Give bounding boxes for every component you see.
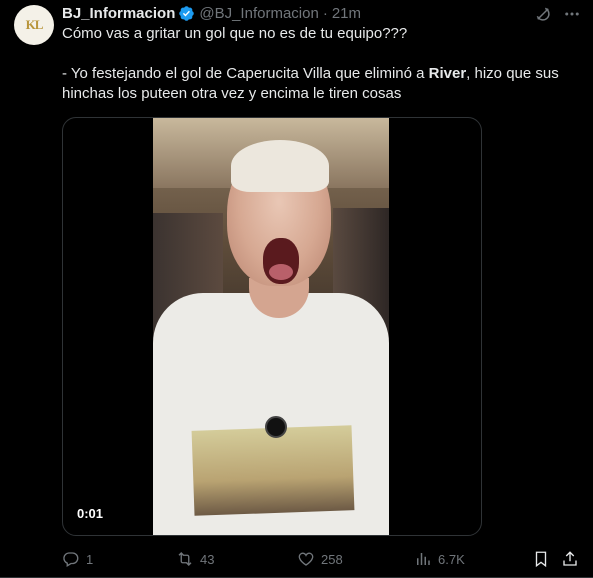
author-handle[interactable]: @BJ_Informacion (199, 5, 318, 22)
video-hair (231, 140, 329, 192)
more-icon[interactable] (563, 5, 581, 23)
video-tongue (269, 264, 293, 280)
video-microphone (265, 416, 287, 438)
author-name[interactable]: BJ_Informacion (62, 5, 175, 22)
tweet-line-1: Cómo vas a gritar un gol que no es de tu… (62, 25, 408, 42)
reply-button[interactable]: 1 (62, 549, 93, 569)
views-button[interactable]: 6.7K (414, 549, 465, 569)
like-button[interactable]: 258 (297, 549, 343, 569)
share-icon (563, 551, 577, 566)
like-count: 258 (321, 551, 343, 567)
share-button[interactable] (561, 549, 585, 569)
reply-icon (63, 552, 79, 567)
views-icon (417, 553, 430, 565)
action-bar: 1 43 258 6.7K (62, 549, 582, 569)
tweet-bold-word: River (428, 65, 467, 82)
reply-count: 1 (86, 551, 94, 567)
tweet-line-2-pre: - Yo festejando el gol de Caperucita Vil… (62, 65, 429, 82)
video-duration: 0:01 (77, 506, 104, 521)
tweet-text: Cómo vas a gritar un gol que no es de tu… (62, 24, 582, 104)
retweet-icon (178, 552, 192, 566)
verified-badge-icon (179, 5, 195, 21)
tweet-header: BJ_Informacion @BJ_Informacion · 21m (62, 4, 361, 22)
retweet-count: 43 (200, 551, 215, 567)
tweet-time[interactable]: 21m (332, 5, 361, 22)
grok-icon[interactable] (534, 5, 552, 23)
tweet-line-2: - Yo festejando el gol de Caperucita Vil… (62, 64, 582, 104)
avatar[interactable]: KL (14, 5, 54, 45)
tweet[interactable]: KL BJ_Informacion @BJ_Informacion · 21m … (0, 0, 593, 578)
video-shirt-print (191, 425, 355, 516)
separator-dot: · (322, 4, 328, 22)
video-player[interactable]: 0:01 (62, 117, 482, 536)
bookmark-button[interactable] (532, 549, 556, 569)
retweet-button[interactable]: 43 (176, 549, 214, 569)
views-count: 6.7K (438, 551, 465, 567)
video-frame[interactable] (153, 118, 389, 535)
heart-icon (298, 552, 314, 566)
bookmark-icon (535, 551, 547, 568)
avatar-monogram: KL (25, 17, 44, 32)
